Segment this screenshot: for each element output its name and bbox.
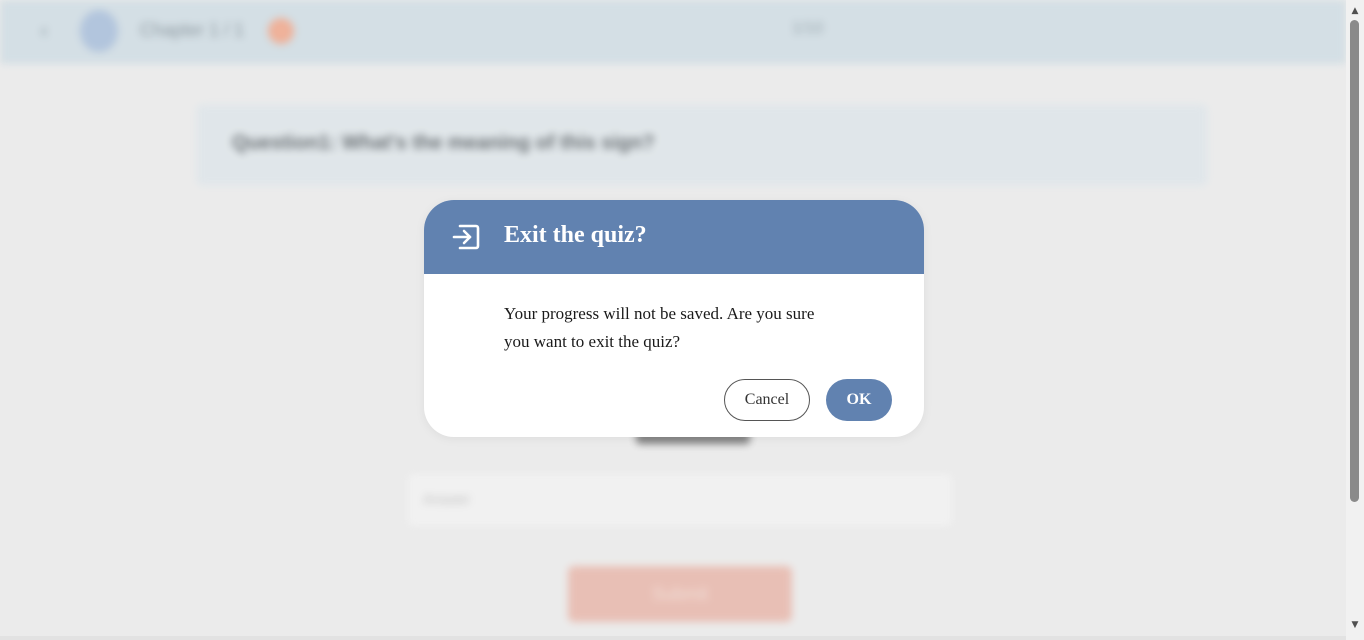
exit-icon — [452, 224, 480, 250]
dialog-title: Exit the quiz? — [504, 222, 647, 248]
vertical-scrollbar[interactable]: ▲ ▼ — [1346, 0, 1364, 640]
scrollbar-thumb[interactable] — [1350, 20, 1359, 502]
exit-quiz-dialog: Exit the quiz? Your progress will not be… — [424, 200, 924, 437]
cancel-button[interactable]: Cancel — [724, 379, 810, 421]
dialog-header: Exit the quiz? — [424, 200, 924, 274]
bottom-border — [0, 636, 1346, 640]
scroll-up-arrow-icon[interactable]: ▲ — [1346, 2, 1364, 20]
ok-button[interactable]: OK — [826, 379, 892, 421]
dialog-message: Your progress will not be saved. Are you… — [504, 304, 815, 351]
scroll-down-arrow-icon[interactable]: ▼ — [1346, 616, 1364, 634]
